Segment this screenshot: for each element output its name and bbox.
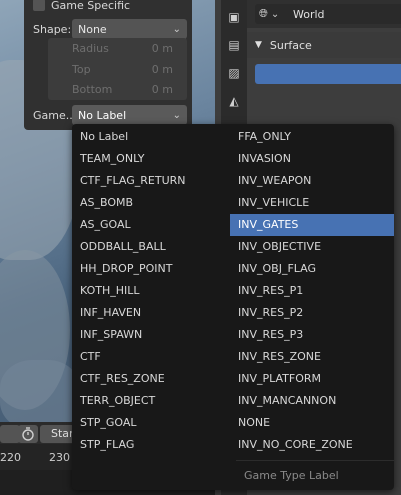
- bottom-value: 0 m: [151, 83, 173, 96]
- menu-item[interactable]: AS_BOMB: [72, 192, 230, 214]
- top-field: Top 0 m: [48, 59, 187, 80]
- terrain-shape: [0, 360, 80, 430]
- bottom-field: Bottom 0 m: [48, 79, 187, 100]
- menu-divider: [236, 460, 394, 461]
- top-value: 0 m: [151, 63, 173, 76]
- scene-icon[interactable]: ◭: [226, 94, 242, 108]
- menu-item[interactable]: INV_WEAPON: [230, 170, 394, 192]
- chevron-down-icon: ⌄: [270, 8, 280, 20]
- game-specific-label: Game Specific: [51, 0, 131, 12]
- globe-icon: 🌐︎: [259, 7, 268, 20]
- disclosure-triangle-icon: ▼: [255, 40, 262, 50]
- shape-label: Shape:: [33, 22, 72, 36]
- menu-item[interactable]: INV_MANCANNON: [230, 390, 394, 412]
- menu-item[interactable]: CTF: [72, 346, 230, 368]
- menu-item[interactable]: No Label: [72, 126, 230, 148]
- game-label-menu: No Label TEAM_ONLY CTF_FLAG_RETURN AS_BOMB A…: [72, 124, 394, 490]
- chevron-down-icon: ⌄: [172, 109, 181, 121]
- surface-label: Surface: [269, 38, 312, 52]
- game-label: Game...: [33, 108, 77, 122]
- radius-field: Radius 0 m: [48, 38, 187, 59]
- game-label-value: No Label: [78, 108, 127, 122]
- menu-item[interactable]: KOTH_HILL: [72, 280, 230, 302]
- menu-item[interactable]: INV_VEHICLE: [230, 192, 394, 214]
- ruler-tick: 230: [49, 451, 70, 464]
- game-specific-checkbox[interactable]: [33, 0, 45, 11]
- shape-dropdown[interactable]: None ⌄: [72, 19, 187, 39]
- menu-item[interactable]: INV_RES_P1: [230, 280, 394, 302]
- menu-item[interactable]: HH_DROP_POINT: [72, 258, 230, 280]
- menu-item[interactable]: CTF_FLAG_RETURN: [72, 170, 230, 192]
- menu-item[interactable]: TEAM_ONLY: [72, 148, 230, 170]
- chevron-down-icon: ⌄: [172, 23, 181, 35]
- menu-item[interactable]: INV_OBJECTIVE: [230, 236, 394, 258]
- game-label-dropdown[interactable]: No Label ⌄: [72, 105, 187, 125]
- menu-item[interactable]: INV_PLATFORM: [230, 368, 394, 390]
- menu-item[interactable]: NONE: [230, 412, 394, 434]
- bottom-label: Bottom: [72, 83, 113, 96]
- menu-item[interactable]: TERR_OBJECT: [72, 390, 230, 412]
- menu-item[interactable]: INV_GATES: [230, 214, 394, 236]
- game-properties-panel: Game Specific Shape: None ⌄ Radius 0 m T…: [24, 0, 192, 130]
- ruler-tick: 220: [0, 451, 21, 464]
- menu-item[interactable]: INV_RES_ZONE: [230, 346, 394, 368]
- menu-item[interactable]: INV_RES_P2: [230, 302, 394, 324]
- menu-item[interactable]: ODDBALL_BALL: [72, 236, 230, 258]
- menu-item[interactable]: INV_NO_CORE_ZONE: [230, 434, 394, 456]
- menu-item[interactable]: INF_HAVEN: [72, 302, 230, 324]
- start-frame-field[interactable]: Star: [40, 425, 74, 443]
- world-name-field[interactable]: World: [287, 4, 401, 24]
- menu-item[interactable]: INV_OBJ_FLAG: [230, 258, 394, 280]
- render-icon[interactable]: ▣: [226, 10, 242, 24]
- menu-item[interactable]: STP_GOAL: [72, 412, 230, 434]
- timeline-button[interactable]: [0, 425, 20, 443]
- output-icon[interactable]: ▤: [226, 38, 242, 52]
- top-label: Top: [72, 63, 91, 76]
- stopwatch-icon[interactable]: [18, 425, 38, 443]
- menu-item[interactable]: INF_SPAWN: [72, 324, 230, 346]
- menu-item[interactable]: INV_RES_P3: [230, 324, 394, 346]
- menu-item[interactable]: CTF_RES_ZONE: [72, 368, 230, 390]
- surface-node-button[interactable]: [255, 64, 401, 84]
- radius-value: 0 m: [151, 42, 173, 55]
- surface-panel-header[interactable]: ▼ Surface: [247, 32, 401, 58]
- menu-item[interactable]: INVASION: [230, 148, 394, 170]
- radius-label: Radius: [72, 42, 109, 55]
- menu-item[interactable]: STP_FLAG: [72, 434, 230, 456]
- menu-item[interactable]: AS_GOAL: [72, 214, 230, 236]
- menu-item[interactable]: FFA_ONLY: [230, 126, 394, 148]
- view-layer-icon[interactable]: ▨: [226, 66, 242, 80]
- shape-value: None: [78, 22, 107, 36]
- menu-footer-label: Game Type Label: [244, 469, 339, 482]
